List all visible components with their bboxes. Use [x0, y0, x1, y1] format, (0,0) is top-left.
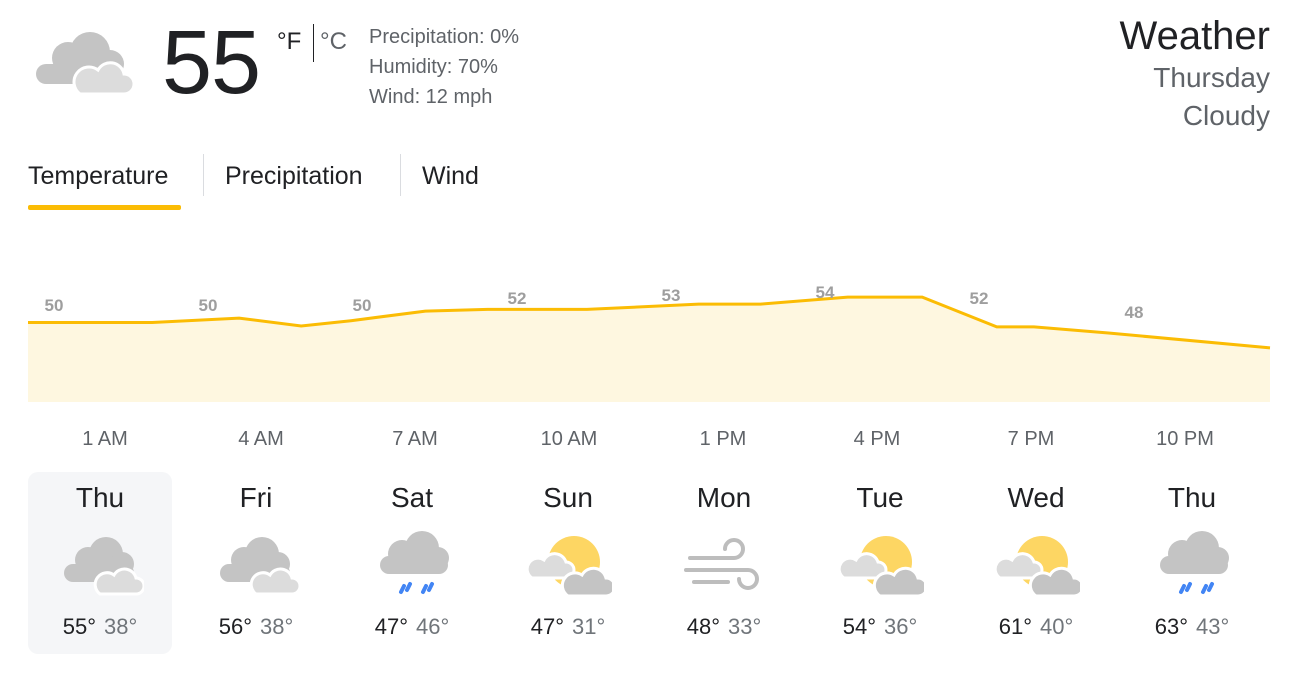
day-label: Tue — [856, 482, 904, 513]
current-temperature: 55 — [162, 13, 261, 113]
time-label: 4 PM — [853, 428, 901, 450]
tab-precipitation[interactable]: Precipitation — [225, 162, 363, 191]
day-label: Sat — [390, 482, 434, 513]
day-label: Sun — [543, 482, 593, 513]
low-temp: 46° — [416, 614, 450, 639]
time-label: 10 AM — [540, 428, 598, 450]
chart-data-label: 50 — [199, 296, 218, 315]
high-temp: 61° — [998, 614, 1032, 639]
chart-data-label: 52 — [970, 289, 989, 308]
active-tab-indicator — [28, 205, 181, 210]
tab-divider — [203, 154, 204, 196]
day-temps: 56° 38° — [184, 614, 328, 640]
day-label: Fri — [239, 482, 273, 513]
day-label: Thu — [75, 482, 125, 513]
celsius-toggle[interactable]: °C — [320, 28, 347, 56]
cloudy-icon — [64, 537, 144, 596]
forecast-day-sat[interactable]: Sat 47° 46° — [340, 472, 484, 654]
forecast-day-fri[interactable]: Fri 56° 38° — [184, 472, 328, 654]
fahrenheit-toggle[interactable]: °F — [277, 28, 301, 56]
day-label: Wed — [1007, 482, 1065, 513]
high-temp: 47° — [530, 614, 564, 639]
rain-icon — [380, 531, 449, 594]
chart-data-label: 52 — [508, 289, 527, 308]
day-temps: 63° 43° — [1120, 614, 1264, 640]
temperature-chart: 50 50 50 52 53 54 52 48 — [28, 283, 1271, 402]
unit-divider — [313, 24, 314, 62]
high-temp: 55° — [62, 614, 96, 639]
low-temp: 38° — [104, 614, 138, 639]
partly-cloudy-icon — [996, 536, 1080, 598]
current-day: Thursday — [1153, 62, 1270, 93]
forecast-day-thu[interactable]: Thu 63° 43° — [1120, 472, 1264, 654]
chart-data-label: 53 — [662, 286, 681, 305]
chart-data-label: 54 — [816, 283, 835, 302]
day-label: Thu — [1167, 482, 1217, 513]
partly-cloudy-icon — [528, 536, 612, 598]
cloudy-icon — [220, 537, 300, 596]
chart-data-label: 50 — [45, 296, 64, 315]
time-label: 1 AM — [82, 428, 128, 450]
rain-icon — [1160, 531, 1229, 594]
forecast-day-sun[interactable]: Sun 47° 31° — [496, 472, 640, 654]
forecast-day-mon[interactable]: Mon 48° 33° — [652, 472, 796, 654]
wind-icon — [684, 538, 759, 590]
forecast-day-thu[interactable]: Thu 55° 38° — [28, 472, 172, 654]
low-temp: 33° — [728, 614, 762, 639]
forecast-day-wed[interactable]: Wed 61° 40° — [964, 472, 1108, 654]
forecast-day-tue[interactable]: Tue 54° 36° — [808, 472, 952, 654]
day-temps: 47° 31° — [496, 614, 640, 640]
cloudy-icon — [36, 32, 136, 96]
time-label: 4 AM — [238, 428, 284, 450]
time-label: 7 AM — [392, 428, 438, 450]
time-label: 10 PM — [1156, 428, 1214, 450]
day-temps: 47° 46° — [340, 614, 484, 640]
low-temp: 38° — [260, 614, 294, 639]
precipitation-detail: Precipitation: 0% — [369, 26, 520, 48]
high-temp: 54° — [842, 614, 876, 639]
current-condition: Cloudy — [1182, 100, 1270, 131]
tab-divider — [400, 154, 401, 196]
day-temps: 48° 33° — [652, 614, 796, 640]
chart-data-label: 50 — [353, 296, 372, 315]
wind-detail: Wind: 12 mph — [369, 86, 493, 108]
low-temp: 40° — [1040, 614, 1074, 639]
day-temps: 55° 38° — [28, 614, 172, 640]
low-temp: 31° — [572, 614, 606, 639]
high-temp: 48° — [686, 614, 720, 639]
humidity-detail: Humidity: 70% — [369, 56, 498, 78]
high-temp: 63° — [1154, 614, 1188, 639]
day-temps: 61° 40° — [964, 614, 1108, 640]
time-label: 7 PM — [1007, 428, 1055, 450]
high-temp: 47° — [374, 614, 408, 639]
low-temp: 43° — [1196, 614, 1230, 639]
chart-data-label: 48 — [1125, 303, 1144, 322]
time-label: 1 PM — [699, 428, 747, 450]
high-temp: 56° — [218, 614, 252, 639]
partly-cloudy-icon — [840, 536, 924, 598]
low-temp: 36° — [884, 614, 918, 639]
tab-temperature[interactable]: Temperature — [28, 162, 168, 191]
tab-wind[interactable]: Wind — [422, 162, 479, 191]
day-label: Mon — [696, 482, 752, 513]
day-temps: 54° 36° — [808, 614, 952, 640]
weather-title: Weather — [1119, 14, 1270, 58]
